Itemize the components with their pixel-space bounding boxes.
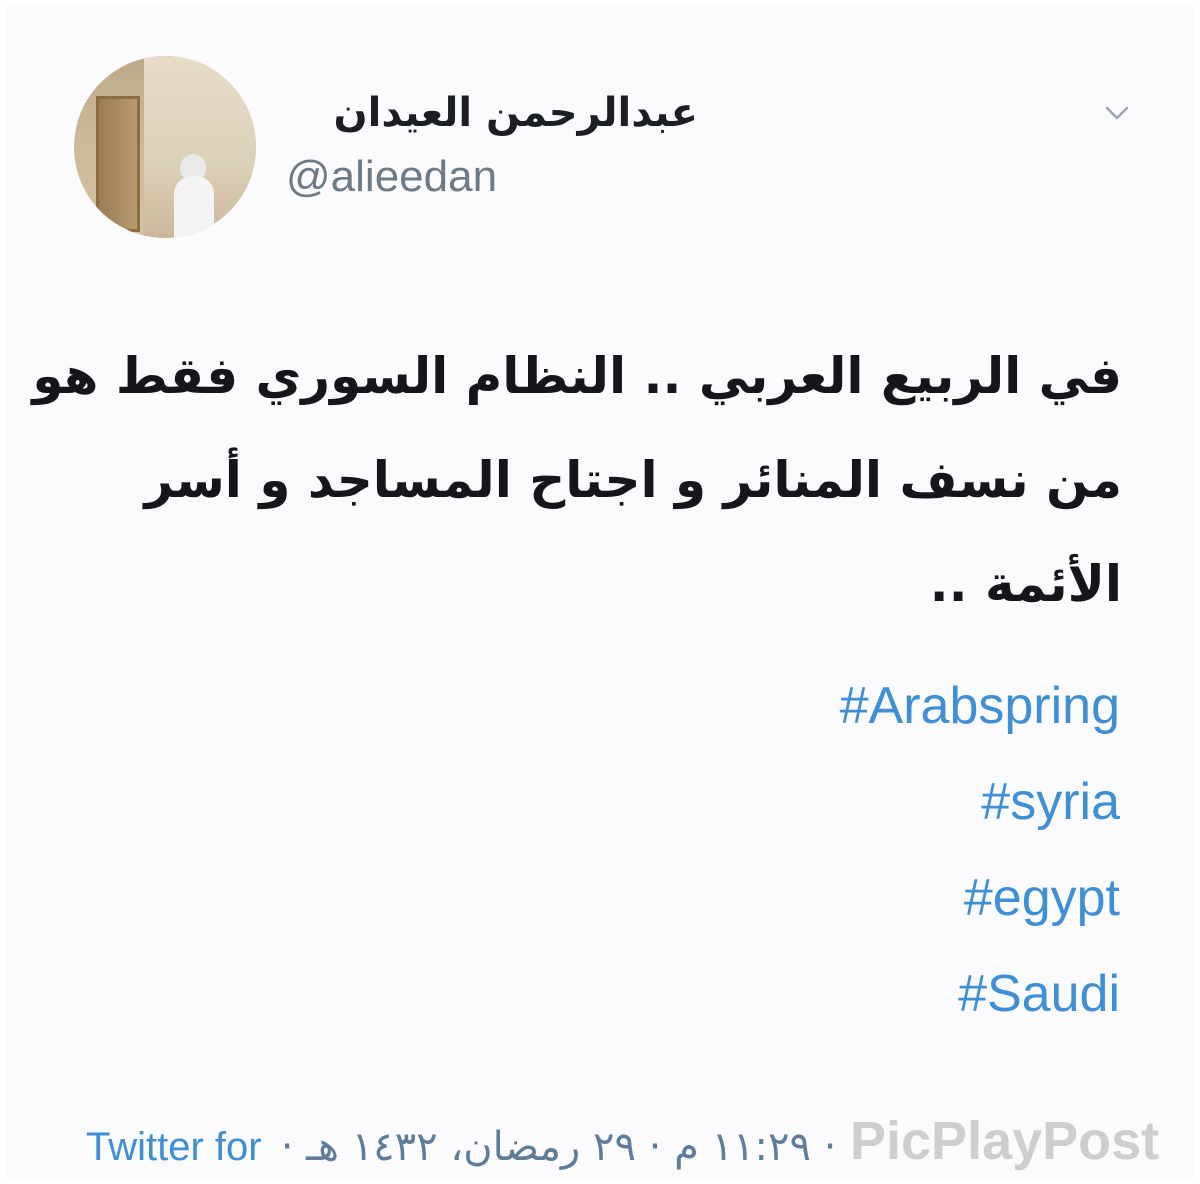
- author-display-name[interactable]: عبدالرحمن العيدان: [333, 90, 698, 136]
- source-link[interactable]: Twitter for: [86, 1125, 262, 1169]
- avatar-photo-door: [96, 96, 140, 232]
- hashtag-list: #Arabspring #syria #egypt #Saudi: [840, 658, 1120, 1042]
- tweet-card: عبدالرحمن العيدان @alieedan في الربيع ال…: [6, 6, 1194, 1178]
- chevron-down-icon[interactable]: [1102, 98, 1132, 128]
- tweet-text-line: في الربيع العربي .. النظام السوري فقط هو: [32, 347, 1122, 405]
- hashtag-link[interactable]: #Saudi: [840, 946, 1120, 1042]
- tweet-text-line: من نسف المنائر و اجتاح المساجد و أسر: [144, 451, 1122, 509]
- tweet-text-line: الأئمة ..: [929, 555, 1122, 613]
- hashtag-link[interactable]: #syria: [840, 754, 1120, 850]
- watermark: PicPlayPost: [850, 1111, 1160, 1171]
- hashtag-link[interactable]: #Arabspring: [840, 658, 1120, 754]
- tweet-footer: Twitter for · ١١:٢٩ م · ٢٩ رمضان، ١٤٣٢ ه…: [86, 1124, 836, 1170]
- tweet-text: في الربيع العربي .. النظام السوري فقط هو…: [32, 324, 1122, 636]
- avatar[interactable]: [74, 56, 256, 238]
- tweet-timestamp[interactable]: · ١١:٢٩ م · ٢٩ رمضان، ١٤٣٢ هـ ·: [281, 1124, 837, 1170]
- screenshot-frame: عبدالرحمن العيدان @alieedan في الربيع ال…: [0, 0, 1200, 1184]
- avatar-photo-person: [174, 176, 214, 238]
- author-handle[interactable]: @alieedan: [286, 152, 497, 202]
- hashtag-link[interactable]: #egypt: [840, 850, 1120, 946]
